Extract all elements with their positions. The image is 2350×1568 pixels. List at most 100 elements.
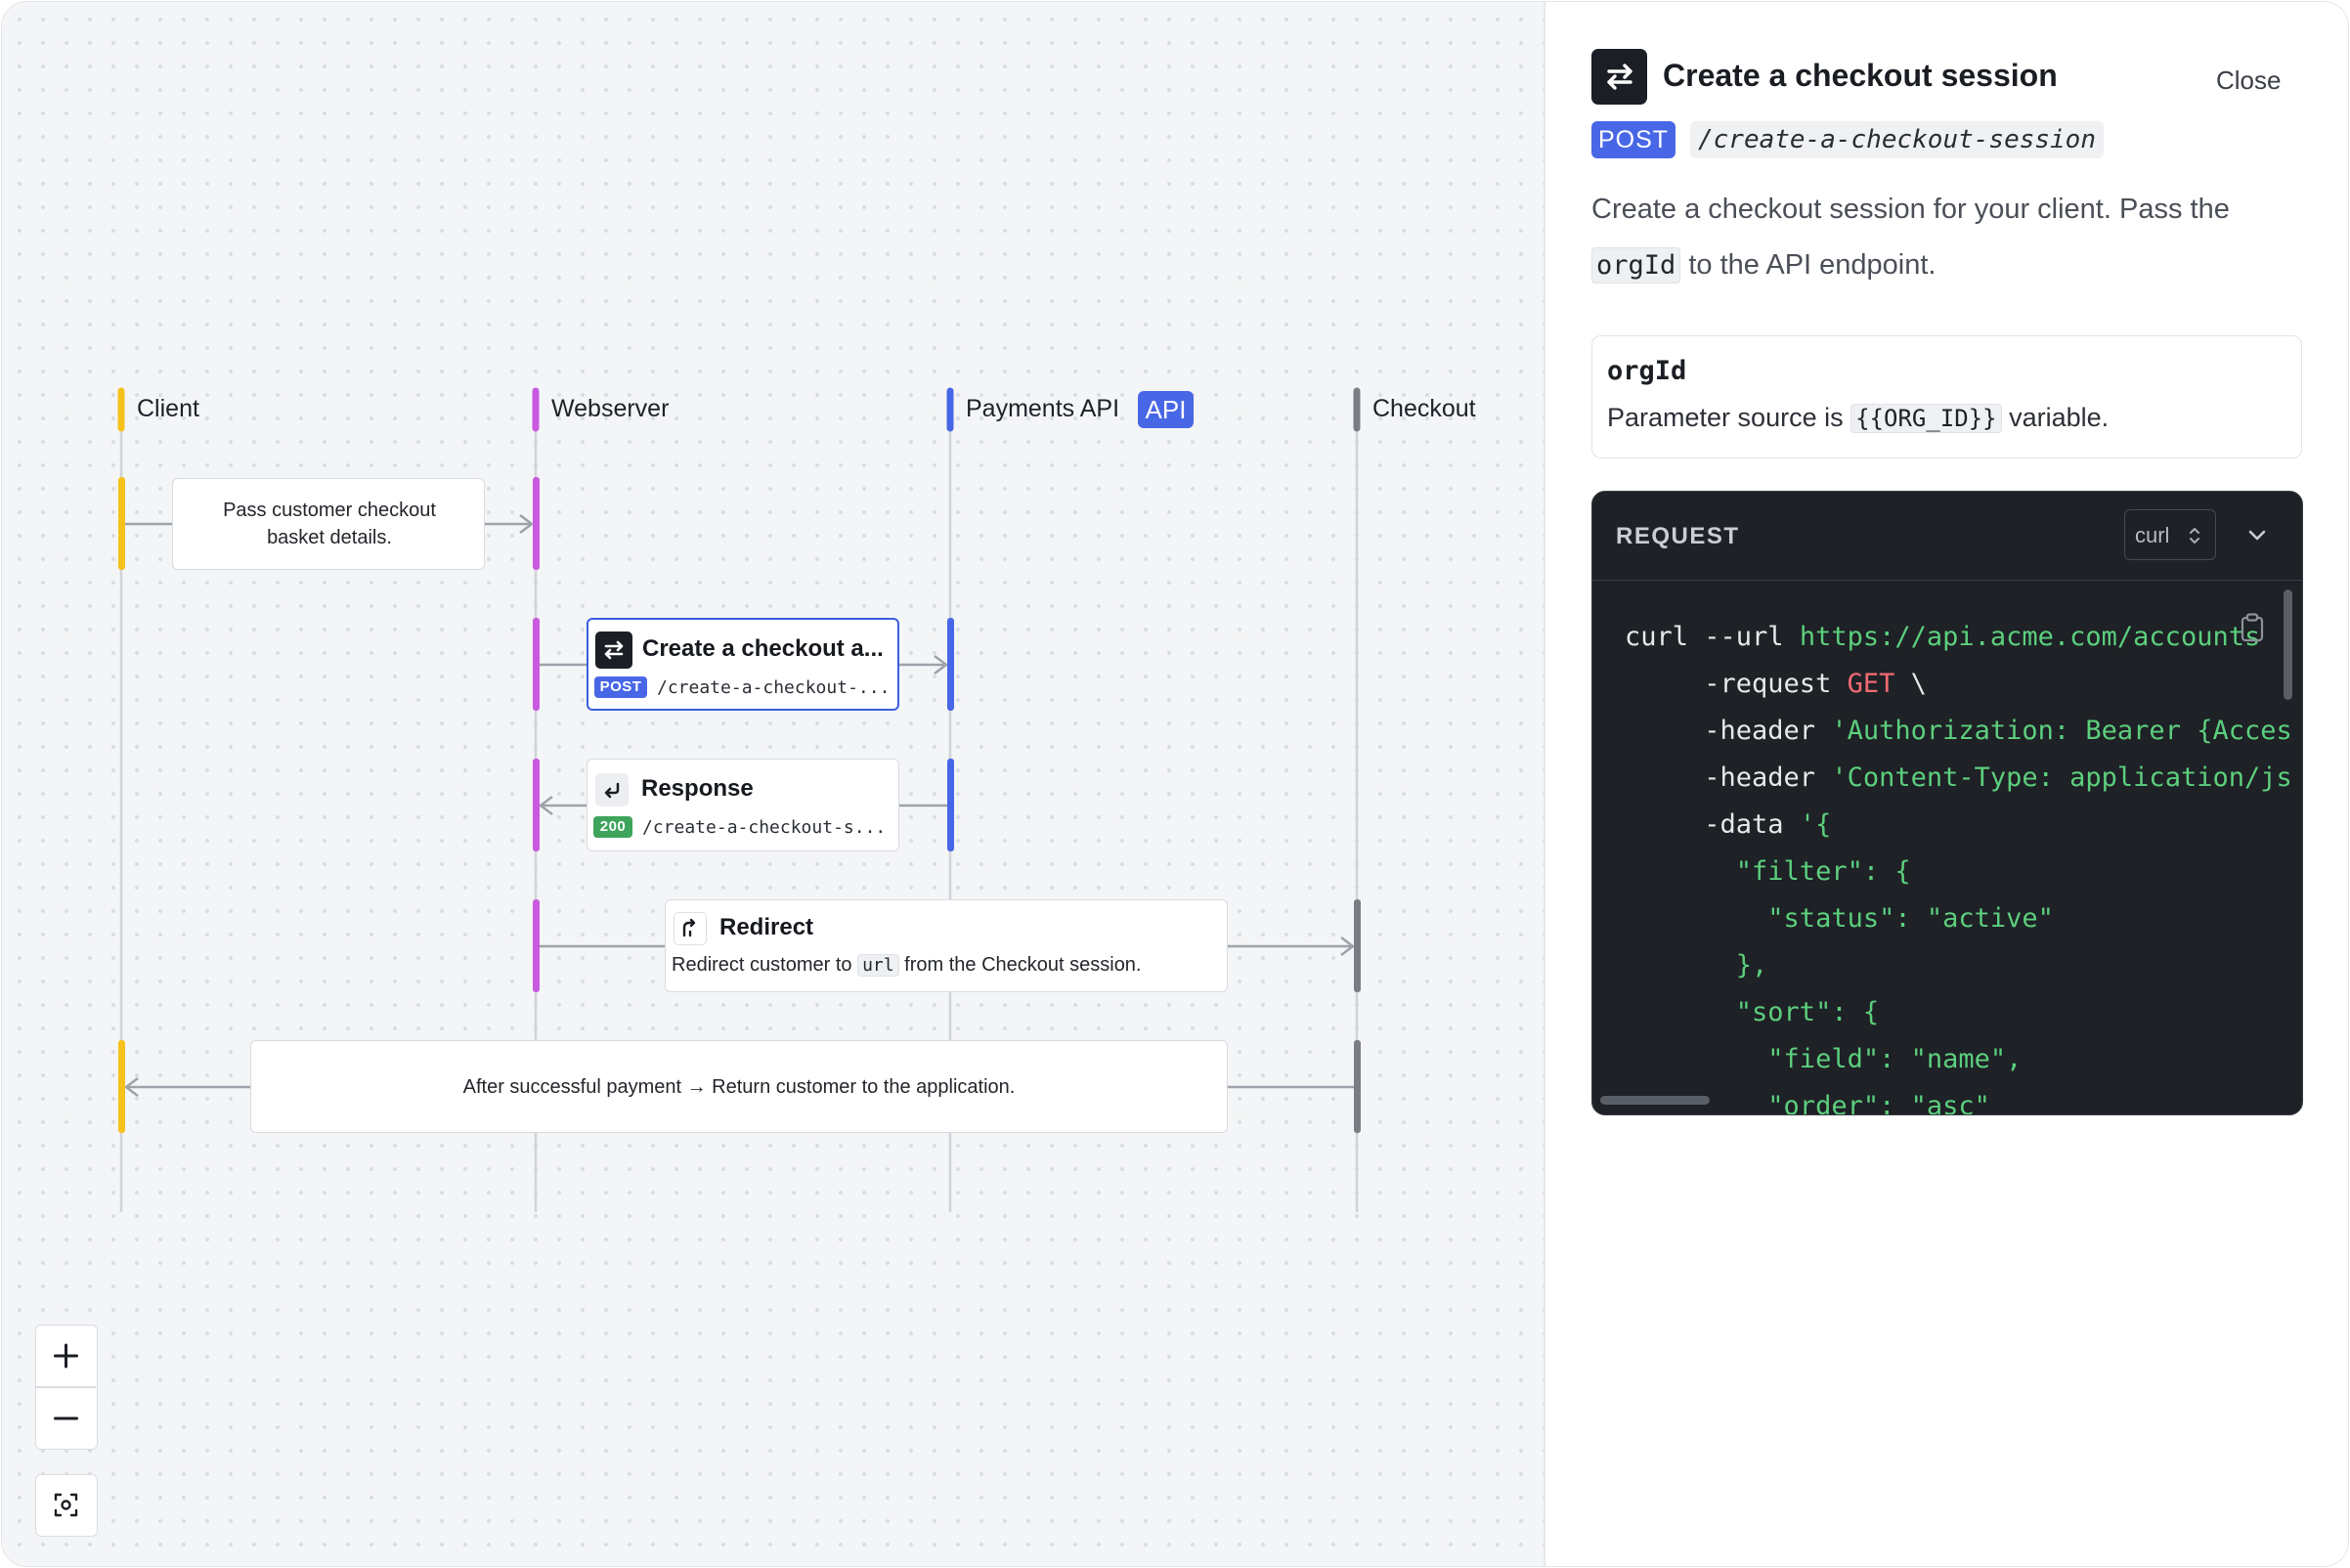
response-step-title: Response — [641, 775, 754, 802]
code-string-token: https://api.acme.com/accounts — [1799, 622, 2261, 652]
redirect-step-text: Redirect customer to url from the Checko… — [672, 954, 1142, 977]
code-token: -header — [1625, 716, 1832, 746]
plus-icon — [54, 1343, 78, 1369]
return-arrow-icon — [595, 773, 629, 806]
post-method-badge: POST — [1591, 121, 1675, 158]
code-line: -header 'Content-Type: application/js — [1625, 762, 2292, 793]
code-line: "filter": { — [1625, 856, 1911, 887]
checkout-activation — [1354, 1040, 1361, 1133]
code-token: -data — [1625, 809, 1800, 840]
clipboard-icon — [2241, 613, 2264, 642]
basket-step-card[interactable]: Pass customer checkout basket details. — [172, 478, 485, 570]
panel-title: Create a checkout session — [1663, 58, 2058, 93]
code-token: -request — [1625, 669, 1848, 699]
webserver-activation — [533, 618, 540, 711]
lane-label-checkout: Checkout — [1372, 395, 1476, 422]
request-code-block: REQUEST curl curl --url https://api.acme… — [1591, 491, 2303, 1115]
endpoint-detail-panel: Create a checkout session Close POST /cr… — [1545, 2, 2348, 1566]
code-line: "status": "active" — [1625, 903, 2054, 934]
return-step-text: After successful payment → Return custom… — [462, 1076, 1016, 1098]
redirect-step-card[interactable]: Redirect Redirect customer to url from t… — [665, 899, 1228, 992]
lane-label-webserver: Webserver — [551, 395, 670, 422]
code-token: -header — [1625, 762, 1832, 793]
zoom-in-button[interactable] — [36, 1326, 96, 1386]
code-token: \ — [1894, 669, 1927, 699]
request-header: REQUEST curl — [1592, 492, 2302, 581]
code-string-token: }, — [1625, 950, 1768, 980]
code-string-token: 'Authorization: Bearer {Acces — [1831, 716, 2292, 746]
code-keyword-token: GET — [1847, 669, 1895, 699]
code-line: curl --url https://api.acme.com/accounts — [1625, 622, 2260, 652]
endpoint-path: /create-a-checkout-session — [1690, 121, 2104, 158]
swap-arrows-icon — [595, 632, 632, 669]
post-method-badge: POST — [594, 676, 647, 698]
code-line: }, — [1625, 950, 1768, 980]
redirect-text-before: Redirect customer to — [672, 954, 852, 976]
curl-code: curl --url https://api.acme.com/accounts… — [1625, 614, 2292, 1114]
redirect-text-after: from the Checkout session. — [904, 954, 1142, 976]
diagram-canvas[interactable]: Client Webserver Payments API API Checko… — [2, 2, 1545, 1566]
parameter-source: Parameter source is {{ORG_ID}} variable. — [1607, 403, 2109, 433]
create-session-step-card[interactable]: Create a checkout a... POST /create-a-ch… — [587, 618, 899, 711]
client-activation — [118, 1040, 125, 1133]
api-tag-badge: API — [1138, 391, 1194, 428]
checkout-activation — [1354, 899, 1361, 992]
code-string-token: 'Content-Type: application/js — [1831, 762, 2292, 793]
orgid-inline-code: orgId — [1591, 247, 1681, 283]
language-select-value: curl — [2135, 523, 2170, 547]
create-step-path: /create-a-checkout-... — [657, 677, 891, 698]
code-line: -request GET \ — [1625, 669, 1927, 699]
create-step-title: Create a checkout a... — [642, 635, 884, 662]
lane-label-client: Client — [137, 395, 199, 422]
up-down-chevron-icon — [2190, 528, 2199, 544]
code-string-token: "sort": { — [1625, 997, 1880, 1027]
code-string-token: "filter": { — [1625, 856, 1911, 887]
status-200-badge: 200 — [593, 816, 632, 838]
endpoint-description: Create a checkout session for your clien… — [1591, 182, 2295, 293]
redirect-step-title: Redirect — [719, 914, 814, 940]
zoom-controls — [35, 1325, 98, 1450]
code-line: "sort": { — [1625, 997, 1879, 1027]
collapse-button[interactable] — [2238, 515, 2277, 554]
code-line: -header 'Authorization: Bearer {Acces — [1625, 716, 2292, 746]
parameter-name: orgId — [1607, 356, 1687, 386]
description-text-end: to the API endpoint. — [1688, 249, 1937, 281]
parameter-card: orgId Parameter source is {{ORG_ID}} var… — [1591, 335, 2302, 458]
return-step-card[interactable]: After successful payment → Return custom… — [250, 1040, 1228, 1133]
webserver-activation — [533, 759, 540, 851]
parameter-source-text-end: variable. — [2009, 403, 2110, 432]
code-token: curl --url — [1625, 622, 1800, 652]
code-line: -data '{ — [1625, 809, 1831, 840]
webserver-activation — [533, 899, 540, 992]
code-body[interactable]: curl --url https://api.acme.com/accounts… — [1592, 582, 2302, 1114]
payments-api-activation — [947, 618, 954, 711]
response-step-path: /create-a-checkout-s... — [642, 817, 887, 838]
fit-view-icon — [54, 1493, 78, 1517]
minus-icon — [54, 1416, 78, 1420]
horizontal-scrollbar[interactable] — [1600, 1096, 1710, 1105]
client-activation — [118, 477, 125, 570]
copy-button[interactable] — [2238, 611, 2267, 644]
swap-arrows-icon — [1591, 49, 1647, 105]
description-text: Create a checkout session for your clien… — [1591, 194, 2230, 225]
redirect-icon — [674, 912, 707, 945]
code-string-token: "field": "name", — [1625, 1044, 2023, 1074]
code-string-token: "status": "active" — [1625, 903, 2054, 934]
payments-api-activation — [947, 759, 954, 851]
vertical-scrollbar[interactable] — [2284, 589, 2292, 700]
language-select[interactable]: curl — [2124, 509, 2216, 560]
parameter-source-text: Parameter source is — [1607, 403, 1844, 432]
zoom-out-button[interactable] — [36, 1388, 96, 1449]
response-step-card[interactable]: Response 200 /create-a-checkout-s... — [587, 759, 899, 851]
code-string-token: '{ — [1799, 809, 1832, 840]
fit-view-button[interactable] — [35, 1474, 98, 1537]
url-inline-code: url — [857, 954, 899, 977]
close-button[interactable]: Close — [2216, 65, 2281, 96]
chevron-down-icon — [2248, 530, 2266, 541]
org-id-variable-code: {{ORG_ID}} — [1850, 404, 2002, 433]
code-line: "field": "name", — [1625, 1044, 2022, 1074]
lane-label-payments-api: Payments API — [966, 395, 1120, 422]
basket-step-text: Pass customer checkout basket details. — [223, 500, 436, 548]
request-heading: REQUEST — [1616, 523, 1740, 549]
webserver-activation — [533, 477, 540, 570]
